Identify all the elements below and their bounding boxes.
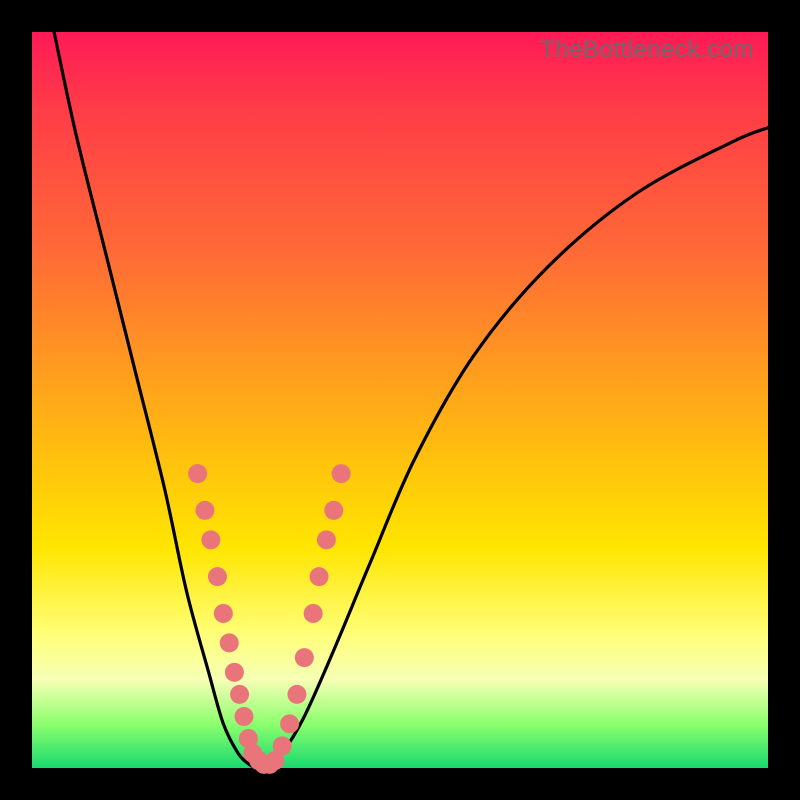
highlight-point bbox=[188, 464, 207, 483]
highlight-point bbox=[234, 707, 253, 726]
highlight-point bbox=[220, 633, 239, 652]
highlight-point bbox=[287, 685, 306, 704]
highlight-point bbox=[195, 501, 214, 520]
highlight-point bbox=[225, 663, 244, 682]
highlight-point bbox=[214, 604, 233, 623]
highlight-point bbox=[324, 501, 343, 520]
highlight-point bbox=[230, 685, 249, 704]
highlight-point bbox=[310, 567, 329, 586]
highlight-points bbox=[188, 464, 351, 774]
highlight-point bbox=[332, 464, 351, 483]
highlight-point bbox=[295, 648, 314, 667]
highlight-point bbox=[317, 530, 336, 549]
plot-area: TheBottleneck.com bbox=[32, 32, 768, 768]
highlight-point bbox=[201, 530, 220, 549]
outer-frame: TheBottleneck.com bbox=[0, 0, 800, 800]
highlight-point bbox=[304, 604, 323, 623]
right-curve bbox=[268, 128, 768, 768]
highlight-point bbox=[208, 567, 227, 586]
highlight-point bbox=[280, 714, 299, 733]
chart-svg bbox=[32, 32, 768, 768]
highlight-point bbox=[273, 736, 292, 755]
left-curve bbox=[54, 32, 256, 768]
